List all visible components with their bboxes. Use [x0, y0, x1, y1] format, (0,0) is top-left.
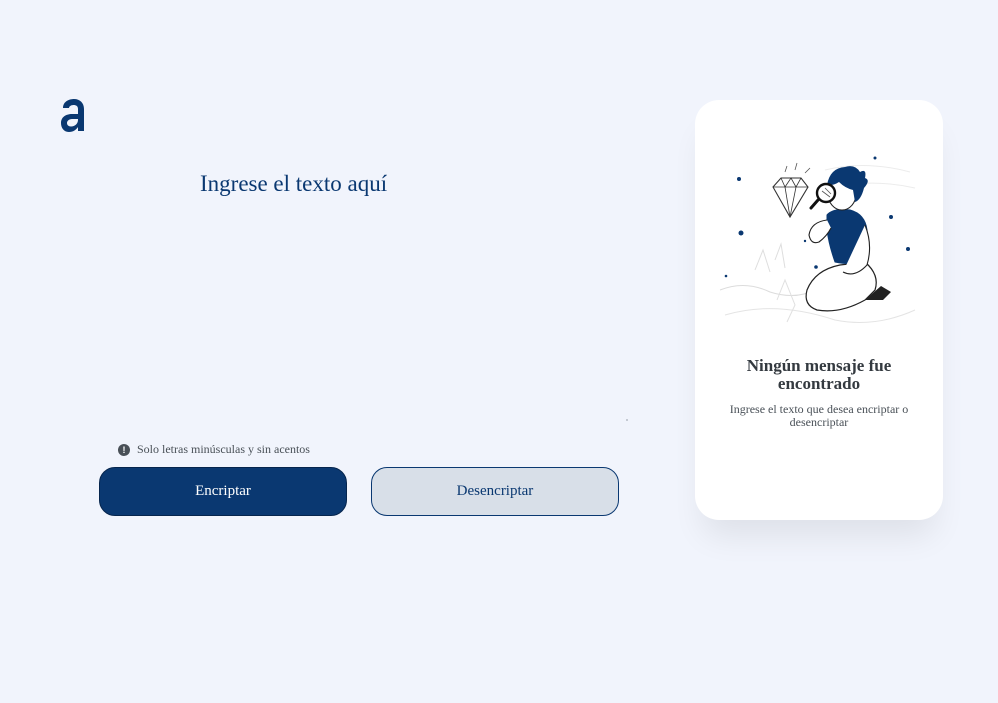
encrypt-button[interactable]: Encriptar	[99, 467, 347, 516]
text-input[interactable]	[190, 165, 630, 425]
output-card: Ningún mensaje fue encontrado Ingrese el…	[695, 100, 943, 520]
resize-dot	[626, 419, 628, 421]
exclamation-circle-icon: !	[118, 443, 130, 456]
page: ! Solo letras minúsculas y sin acentos E…	[0, 0, 998, 703]
decrypt-button[interactable]: Desencriptar	[371, 467, 619, 516]
alura-logo-icon	[61, 99, 84, 132]
person-with-magnifier-diamond-illustration	[719, 156, 916, 323]
output-title: Ningún mensaje fue encontrado	[746, 356, 892, 393]
output-text: Ingrese el texto que desea encriptar o d…	[729, 402, 909, 429]
input-hint: ! Solo letras minúsculas y sin acentos	[118, 442, 310, 457]
hint-text: Solo letras minúsculas y sin acentos	[137, 442, 310, 456]
encrypt-button-label: Encriptar	[195, 483, 251, 499]
decrypt-button-label: Desencriptar	[456, 483, 534, 499]
